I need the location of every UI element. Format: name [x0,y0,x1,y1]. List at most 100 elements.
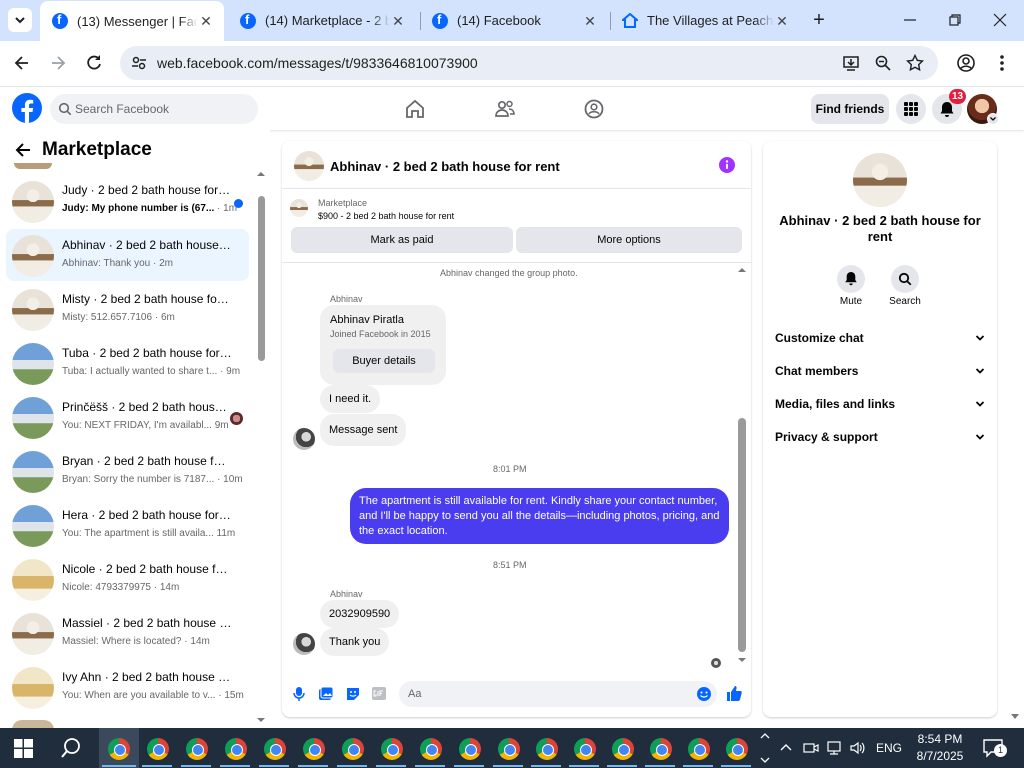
browser-tab[interactable]: (14) Marketplace - 2 bed ✕ [228,0,416,41]
tray-network-icon[interactable] [826,740,844,756]
conversation-item[interactable]: Misty · 2 bed 2 bath house for rent Mist… [6,283,249,335]
conversation-photo[interactable] [853,153,907,207]
nav-groups[interactable] [583,98,605,120]
facebook-search-input[interactable]: Search Facebook [50,94,258,124]
chrome-taskbar-icon[interactable] [650,738,672,760]
reload-button[interactable] [84,53,104,73]
conversation-item[interactable]: Tuba · 2 bed 2 bath house for rent Tuba:… [6,337,249,389]
chrome-taskbar-icon[interactable] [303,738,325,760]
browser-tab[interactable]: (14) Facebook ✕ [420,0,608,41]
chrome-taskbar-icon[interactable] [574,738,596,760]
forward-button[interactable] [48,53,68,73]
scroll-up-icon[interactable] [255,170,267,178]
back-button[interactable] [12,53,32,73]
chat-scrollbar[interactable] [736,266,748,666]
conversation-item[interactable]: Hera · 2 bed 2 bath house for rent You: … [6,499,249,551]
conversation-item[interactable]: Prinčëšš · 2 bed 2 bath house for rent Y… [6,391,249,443]
tray-volume-icon[interactable] [849,740,867,756]
nav-home[interactable] [404,98,426,120]
scroll-down-icon[interactable] [255,716,267,724]
gif-button[interactable] [372,687,386,700]
listing-thumbnail[interactable] [290,199,308,217]
profile-button[interactable] [956,53,976,73]
sticker-button[interactable] [345,686,361,702]
start-button[interactable] [14,739,33,758]
conversation-item[interactable]: Nicole · 2 bed 2 bath house for rent Nic… [6,553,249,605]
chrome-taskbar-icon[interactable] [186,738,208,760]
close-tab-icon[interactable]: ✕ [774,13,790,29]
section-privacy-support[interactable]: Privacy & support [775,430,985,450]
message-bubble[interactable]: Thank you [320,628,390,656]
chrome-taskbar-icon[interactable] [459,738,481,760]
section-chat-members[interactable]: Chat members [775,364,985,384]
chrome-taskbar-icon[interactable] [498,738,520,760]
action-center-button[interactable]: 1 [983,738,1007,758]
chrome-taskbar-icon[interactable] [147,738,169,760]
sidebar-scrollbar[interactable] [255,170,267,726]
conversation-info-button[interactable] [719,157,735,173]
conversation-item[interactable]: Judy · 2 bed 2 bath house for rent Judy:… [6,174,249,226]
chrome-taskbar-icon[interactable] [612,738,634,760]
chrome-taskbar-icon[interactable] [536,738,558,760]
conversation-item[interactable]: Bryan · 2 bed 2 bath house for rent Brya… [6,445,249,497]
scroll-down-icon[interactable] [736,656,748,664]
account-chevron-icon[interactable] [987,113,999,125]
browser-tab[interactable]: (13) Messenger | Facebook ✕ [40,1,224,41]
message-bubble[interactable]: I need it. [320,385,381,413]
url-text[interactable]: web.facebook.com/messages/t/983364681007… [157,55,478,71]
outgoing-message-bubble[interactable]: The apartment is still available for ren… [350,488,729,544]
chat-header-title[interactable]: Abhinav · 2 bed 2 bath house for rent [330,159,560,174]
bookmark-star-icon[interactable] [906,54,924,72]
chrome-taskbar-icon[interactable] [726,738,748,760]
browser-menu-button[interactable] [992,53,1012,73]
clock-time[interactable]: 8:54 PM [913,732,967,746]
browser-tab[interactable]: The Villages at Peachers ✕ [610,0,800,41]
nav-friends[interactable] [494,98,516,120]
taskbar-search-button[interactable] [60,737,82,759]
conversation-item[interactable]: Massiel · 2 bed 2 bath house for rent Ma… [6,607,249,659]
chrome-taskbar-icon[interactable] [688,738,710,760]
scrollbar-thumb[interactable] [258,196,265,361]
listing-description[interactable]: $900 - 2 bed 2 bath house for rent [318,211,454,221]
section-customize-chat[interactable]: Customize chat [775,331,985,351]
zoom-icon[interactable] [874,54,892,72]
like-button[interactable] [726,685,742,702]
section-media-files-links[interactable]: Media, files and links [775,397,985,417]
notifications-button[interactable]: 13 [932,89,966,124]
chrome-taskbar-icon[interactable] [342,738,364,760]
mark-as-paid-button[interactable]: Mark as paid [291,227,513,253]
page-scroll-down-icon[interactable] [1010,713,1020,721]
tab-search-button[interactable] [8,8,32,32]
sender-avatar[interactable] [293,428,315,450]
photo-button[interactable] [318,686,334,702]
chrome-taskbar-icon[interactable] [225,738,247,760]
close-window-button[interactable] [990,10,1010,30]
scrollbar-thumb[interactable] [738,418,746,652]
tray-meet-icon[interactable] [803,740,819,756]
new-tab-button[interactable]: + [808,10,830,32]
microphone-button[interactable] [292,686,306,702]
conversation-item[interactable]: Abhinav · 2 bed 2 bath house for rent Ab… [6,229,249,281]
message-input[interactable]: Aa [399,681,717,707]
message-bubble[interactable]: Message sent [320,414,407,446]
sender-avatar[interactable] [293,633,315,655]
input-language[interactable]: ENG [876,741,902,755]
clock-date[interactable]: 8/7/2025 [913,749,967,763]
menu-button[interactable] [896,94,926,124]
more-options-button[interactable]: More options [516,227,742,253]
close-tab-icon[interactable]: ✕ [582,13,598,29]
mute-button[interactable] [837,265,865,293]
chat-header-avatar[interactable] [294,151,324,181]
find-friends-button[interactable]: Find friends [811,94,889,124]
taskbar-scroll-arrows[interactable] [760,732,770,764]
emoji-icon[interactable] [696,686,712,702]
chrome-taskbar-icon[interactable] [264,738,286,760]
site-settings-icon[interactable] [130,54,148,72]
address-bar[interactable]: web.facebook.com/messages/t/983364681007… [120,46,938,80]
minimize-button[interactable] [900,10,920,30]
search-in-conversation-button[interactable] [891,265,919,293]
conversation-item[interactable]: Ivy Ahn · 2 bed 2 bath house for rent Yo… [6,661,249,713]
close-tab-icon[interactable]: ✕ [198,13,214,29]
chrome-taskbar-icon[interactable] [108,738,130,760]
close-tab-icon[interactable]: ✕ [390,13,406,29]
